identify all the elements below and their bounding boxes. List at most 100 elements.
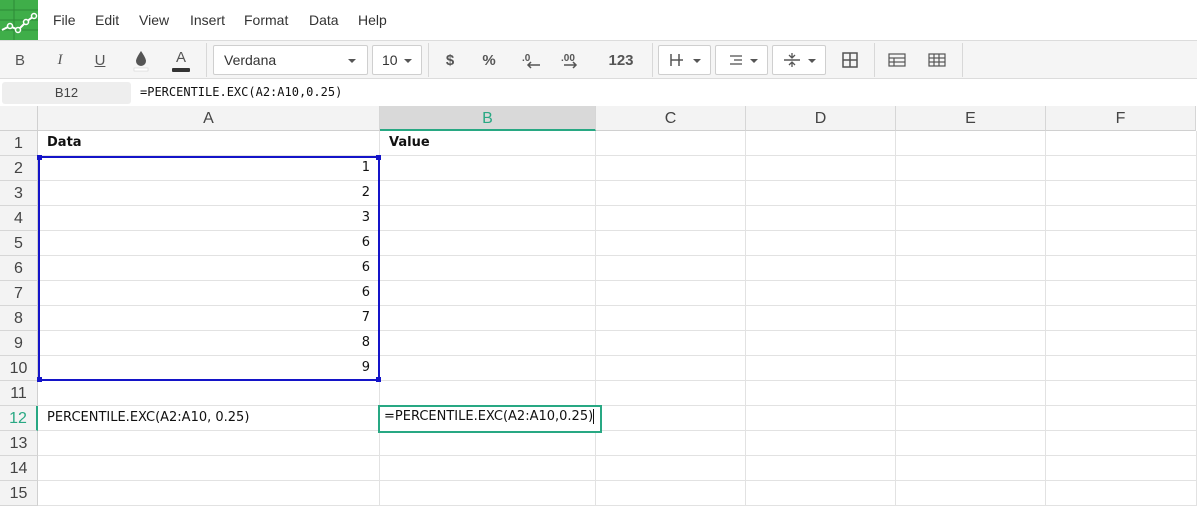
cell-a1[interactable]: Data <box>38 131 380 156</box>
cell-e5[interactable] <box>896 231 1046 256</box>
cell-a10[interactable]: 9 <box>38 356 380 381</box>
column-header-a[interactable]: A <box>38 106 380 131</box>
cell-e9[interactable] <box>896 331 1046 356</box>
row-header-1[interactable]: 1 <box>0 131 38 156</box>
cell-c6[interactable] <box>596 256 746 281</box>
cell-f7[interactable] <box>1046 281 1197 306</box>
menu-file[interactable]: File <box>53 12 76 28</box>
cell-f15[interactable] <box>1046 481 1197 506</box>
row-header-8[interactable]: 8 <box>0 306 38 331</box>
cell-e14[interactable] <box>896 456 1046 481</box>
cell-a13[interactable] <box>38 431 380 456</box>
cell-e10[interactable] <box>896 356 1046 381</box>
cell-e15[interactable] <box>896 481 1046 506</box>
cell-b4[interactable] <box>380 206 596 231</box>
cell-e11[interactable] <box>896 381 1046 406</box>
name-box[interactable]: B12 <box>2 82 131 104</box>
cell-a9[interactable]: 8 <box>38 331 380 356</box>
cell-c15[interactable] <box>596 481 746 506</box>
row-header-10[interactable]: 10 <box>0 356 38 381</box>
cell-b14[interactable] <box>380 456 596 481</box>
row-header-14[interactable]: 14 <box>0 456 38 481</box>
cell-c1[interactable] <box>596 131 746 156</box>
cell-d2[interactable] <box>746 156 896 181</box>
row-header-12[interactable]: 12 <box>0 406 38 431</box>
cell-b11[interactable] <box>380 381 596 406</box>
cell-c7[interactable] <box>596 281 746 306</box>
cell-d8[interactable] <box>746 306 896 331</box>
column-header-d[interactable]: D <box>746 106 896 131</box>
cell-b5[interactable] <box>380 231 596 256</box>
text-color-button[interactable]: A <box>166 41 196 79</box>
cell-a8[interactable]: 7 <box>38 306 380 331</box>
cell-d9[interactable] <box>746 331 896 356</box>
menu-edit[interactable]: Edit <box>95 12 119 28</box>
percent-button[interactable]: % <box>474 41 504 79</box>
column-header-f[interactable]: F <box>1046 106 1196 131</box>
cell-b9[interactable] <box>380 331 596 356</box>
cell-f2[interactable] <box>1046 156 1197 181</box>
cell-c12[interactable] <box>596 406 746 431</box>
cell-d7[interactable] <box>746 281 896 306</box>
menu-view[interactable]: View <box>139 12 169 28</box>
cell-b2[interactable] <box>380 156 596 181</box>
cell-d10[interactable] <box>746 356 896 381</box>
cell-d13[interactable] <box>746 431 896 456</box>
cell-e12[interactable] <box>896 406 1046 431</box>
column-header-e[interactable]: E <box>896 106 1046 131</box>
cell-a4[interactable]: 3 <box>38 206 380 231</box>
cell-d6[interactable] <box>746 256 896 281</box>
row-header-13[interactable]: 13 <box>0 431 38 456</box>
decrease-decimal-button[interactable]: .0 <box>515 41 547 79</box>
cell-f10[interactable] <box>1046 356 1197 381</box>
cell-a6[interactable]: 6 <box>38 256 380 281</box>
cell-a7[interactable]: 6 <box>38 281 380 306</box>
cell-d5[interactable] <box>746 231 896 256</box>
cell-f12[interactable] <box>1046 406 1197 431</box>
cell-c5[interactable] <box>596 231 746 256</box>
column-header-c[interactable]: C <box>596 106 746 131</box>
cell-d1[interactable] <box>746 131 896 156</box>
cell-b1[interactable]: Value <box>380 131 596 156</box>
cell-f13[interactable] <box>1046 431 1197 456</box>
cell-e7[interactable] <box>896 281 1046 306</box>
row-header-15[interactable]: 15 <box>0 481 38 506</box>
cell-f6[interactable] <box>1046 256 1197 281</box>
cell-e3[interactable] <box>896 181 1046 206</box>
cell-a14[interactable] <box>38 456 380 481</box>
font-size-dropdown[interactable]: 10 <box>372 45 422 75</box>
formula-input[interactable]: =PERCENTILE.EXC(A2:A10,0.25) <box>140 85 342 99</box>
cell-c9[interactable] <box>596 331 746 356</box>
cell-f11[interactable] <box>1046 381 1197 406</box>
cell-c13[interactable] <box>596 431 746 456</box>
cell-f3[interactable] <box>1046 181 1197 206</box>
row-header-4[interactable]: 4 <box>0 206 38 231</box>
bold-button[interactable]: B <box>4 41 36 79</box>
cell-a5[interactable]: 6 <box>38 231 380 256</box>
cell-b15[interactable] <box>380 481 596 506</box>
cell-f8[interactable] <box>1046 306 1197 331</box>
menu-help[interactable]: Help <box>358 12 387 28</box>
cell-e1[interactable] <box>896 131 1046 156</box>
cell-editor-b12[interactable]: =PERCENTILE.EXC(A2:A10,0.25) <box>378 405 602 433</box>
cell-c11[interactable] <box>596 381 746 406</box>
row-header-3[interactable]: 3 <box>0 181 38 206</box>
cell-c14[interactable] <box>596 456 746 481</box>
vertical-align-dropdown[interactable] <box>772 45 826 75</box>
cell-b13[interactable] <box>380 431 596 456</box>
cell-f1[interactable] <box>1046 131 1197 156</box>
cell-c2[interactable] <box>596 156 746 181</box>
font-family-dropdown[interactable]: Verdana <box>213 45 368 75</box>
row-header-9[interactable]: 9 <box>0 331 38 356</box>
cell-c8[interactable] <box>596 306 746 331</box>
increase-decimal-button[interactable]: .00 <box>556 41 588 79</box>
menu-data[interactable]: Data <box>309 12 339 28</box>
cell-a11[interactable] <box>38 381 380 406</box>
cell-d12[interactable] <box>746 406 896 431</box>
cell-f14[interactable] <box>1046 456 1197 481</box>
cell-b8[interactable] <box>380 306 596 331</box>
align-horizontal-dropdown[interactable] <box>658 45 711 75</box>
menu-format[interactable]: Format <box>244 12 288 28</box>
cell-d11[interactable] <box>746 381 896 406</box>
cell-b3[interactable] <box>380 181 596 206</box>
